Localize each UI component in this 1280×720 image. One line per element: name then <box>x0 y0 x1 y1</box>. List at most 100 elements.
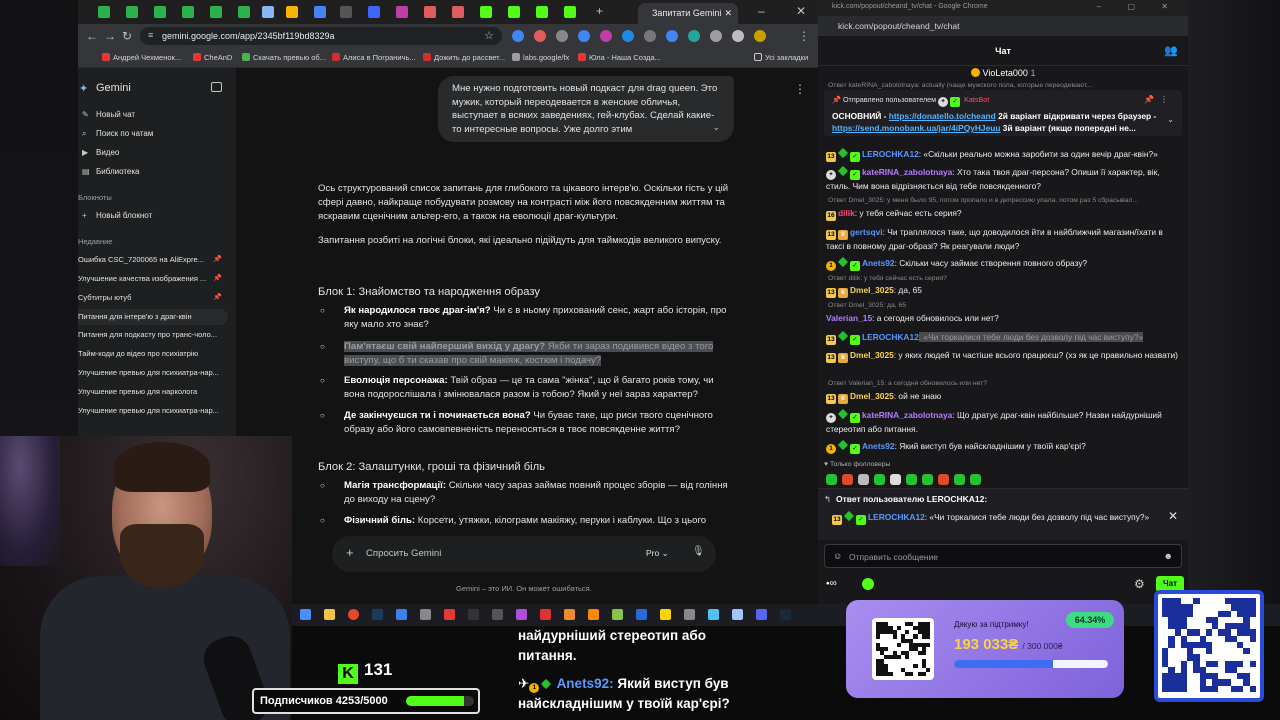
extension-icon[interactable] <box>578 30 590 42</box>
chat-message[interactable]: 13 ♛ gertsqvi: Чи траплялося таке, що дово… <box>826 226 1178 252</box>
tab-icon[interactable] <box>452 6 464 18</box>
tab-icon[interactable] <box>314 6 326 18</box>
extension-icon[interactable] <box>556 30 568 42</box>
app-icon[interactable] <box>636 609 647 620</box>
tab-icon[interactable] <box>286 6 298 18</box>
tab-icon[interactable] <box>126 6 138 18</box>
app-icon[interactable] <box>444 609 455 620</box>
users-icon[interactable]: 👥 <box>1164 44 1178 57</box>
recent-chat-item[interactable]: Тайм-коди до відео про психіатрію <box>78 349 228 358</box>
extension-icon[interactable] <box>622 30 634 42</box>
extension-icon[interactable] <box>644 30 656 42</box>
new-tab-icon[interactable]: + <box>596 4 603 18</box>
tab-icon[interactable] <box>340 6 352 18</box>
bookmark-item[interactable]: labs.google/fx <box>512 53 569 62</box>
vlc-icon[interactable] <box>588 609 599 620</box>
emote-icon[interactable] <box>906 474 917 485</box>
search-chats-button[interactable]: ⌕ Поиск по чатам <box>82 129 153 138</box>
app-icon[interactable] <box>516 609 527 620</box>
new-notebook-button[interactable]: + Новый блокнот <box>82 211 152 220</box>
app-icon[interactable] <box>492 609 503 620</box>
monobank-link[interactable]: https://send.monobank.ua/jar/4iPQyHJeuu <box>832 123 1000 133</box>
start-icon[interactable] <box>300 609 311 620</box>
emote-icon[interactable] <box>826 474 837 485</box>
bookmark-item[interactable]: Алиса в Пограничь... <box>332 53 416 62</box>
explorer-icon[interactable] <box>324 609 335 620</box>
reload-icon[interactable]: ↻ <box>122 29 132 43</box>
profile-avatar[interactable] <box>754 30 766 42</box>
collapse-sidebar-icon[interactable] <box>211 82 222 92</box>
app-icon[interactable] <box>684 609 695 620</box>
chat-message[interactable]: Valerian_15: а сегодня обновилось или не… <box>826 312 1178 324</box>
recent-chat-item[interactable]: Ошибка CSC_7200065 на AliExpre... 📌 <box>78 255 228 264</box>
prompt-input[interactable]: + Спросить Gemini Pro ⌄ 🎙 <box>332 536 716 572</box>
emote-picker-icon[interactable]: ☺ <box>833 551 842 561</box>
address-bar[interactable]: ≡ gemini.google.com/app/2345bf119bd8329a… <box>140 27 502 45</box>
donatello-link[interactable]: https://donatello.to/cheand <box>889 111 996 121</box>
tab-icon[interactable] <box>480 6 492 18</box>
microphone-icon[interactable]: 🎙 <box>692 546 705 557</box>
app-icon[interactable] <box>468 609 479 620</box>
bookmark-star-icon[interactable]: ☆ <box>484 29 494 42</box>
extension-icon[interactable] <box>512 30 524 42</box>
extension-icon[interactable] <box>534 30 546 42</box>
chat-message[interactable]: 1 ✓ Anets92: Який виступ був найскладнішим… <box>826 439 1178 454</box>
discord-icon[interactable] <box>756 609 767 620</box>
pin-tools[interactable]: 📌⋮ <box>1144 94 1174 106</box>
extensions-puzzle-icon[interactable] <box>732 30 744 42</box>
recent-chat-item[interactable]: Субтитры ютуб 📌 <box>78 293 228 302</box>
menu-kebab-icon[interactable]: ⋮ <box>798 29 810 43</box>
emote-icon[interactable] <box>938 474 949 485</box>
extension-icon[interactable] <box>688 30 700 42</box>
kick-icon[interactable] <box>862 578 874 590</box>
user-prompt-bubble[interactable]: Мне нужно подготовить новый подкаст для … <box>438 76 734 142</box>
new-chat-button[interactable]: ✎ Новый чат <box>82 110 135 119</box>
tab-icon[interactable] <box>396 6 408 18</box>
bookmark-item[interactable]: CheAnD <box>193 53 232 62</box>
tab-icon[interactable] <box>564 6 576 18</box>
emote-icon[interactable] <box>842 474 853 485</box>
tab-icon[interactable] <box>238 6 250 18</box>
forward-icon[interactable]: → <box>104 29 116 43</box>
chat-message[interactable]: ✦ ✓ kateRINA_zabolotnaya: Що дратує драг-к… <box>826 408 1178 435</box>
extension-icon[interactable] <box>600 30 612 42</box>
minimize-icon[interactable]: – <box>758 4 765 18</box>
chat-message[interactable]: 13 ✓ LEROCHKA12: «Скільки реально можна за… <box>826 147 1178 162</box>
back-icon[interactable]: ← <box>86 29 98 43</box>
window-controls[interactable]: – ▢ ✕ <box>1097 2 1180 11</box>
tab-icon[interactable] <box>368 6 380 18</box>
tab-icon[interactable] <box>424 6 436 18</box>
app-icon[interactable] <box>612 609 623 620</box>
extension-icon[interactable] <box>666 30 678 42</box>
photoshop-icon[interactable] <box>372 609 383 620</box>
recent-chat-item-active[interactable]: Питання для інтерв'ю з драг-квін <box>78 309 228 325</box>
chat-message[interactable]: 13 ♛ Dmel_3025: у яких людей ти частіше вс… <box>826 349 1178 363</box>
more-options-icon[interactable]: ⋮ <box>794 82 806 96</box>
emote-icon[interactable] <box>874 474 885 485</box>
recent-chat-item[interactable]: Улучшение превью для нарколога <box>78 387 228 396</box>
extension-icon[interactable] <box>710 30 722 42</box>
library-button[interactable]: ▤ Библиотека <box>82 167 140 176</box>
tab-icon[interactable] <box>98 6 110 18</box>
bookmark-item[interactable]: Дожить до рассвет... <box>423 53 505 62</box>
tab-icon[interactable] <box>508 6 520 18</box>
site-info-icon[interactable]: ≡ <box>148 30 153 40</box>
recent-chat-item[interactable]: Улучшение превью для психиатра-нар... <box>78 368 228 377</box>
app-icon[interactable] <box>732 609 743 620</box>
chat-message[interactable]: ✦ ✓ kateRINA_zabolotnaya: Хто така твоя др… <box>826 165 1178 192</box>
gemini-logo[interactable]: ✦ Gemini <box>79 82 131 95</box>
tab-icon[interactable] <box>154 6 166 18</box>
chat-message[interactable]: 1 ✓ Anets92: Скільки часу займає створення… <box>826 256 1178 271</box>
points-icon[interactable]: ⬩∞ <box>826 578 837 589</box>
app-icon[interactable] <box>396 609 407 620</box>
emote-icon[interactable] <box>954 474 965 485</box>
emote-icon[interactable] <box>970 474 981 485</box>
emoji-icon[interactable]: ☻ <box>1164 551 1173 561</box>
chevron-down-icon[interactable]: ⌄ <box>1167 114 1174 126</box>
bookmark-item[interactable]: Юла - Наша Созда... <box>578 53 661 62</box>
chat-message[interactable]: 13 ♛ Dmel_3025: да, 65 <box>826 284 1178 298</box>
steam-icon[interactable] <box>780 609 791 620</box>
emote-icon[interactable] <box>858 474 869 485</box>
close-tab-icon[interactable]: ✕ <box>724 8 732 19</box>
tab-icon[interactable] <box>210 6 222 18</box>
